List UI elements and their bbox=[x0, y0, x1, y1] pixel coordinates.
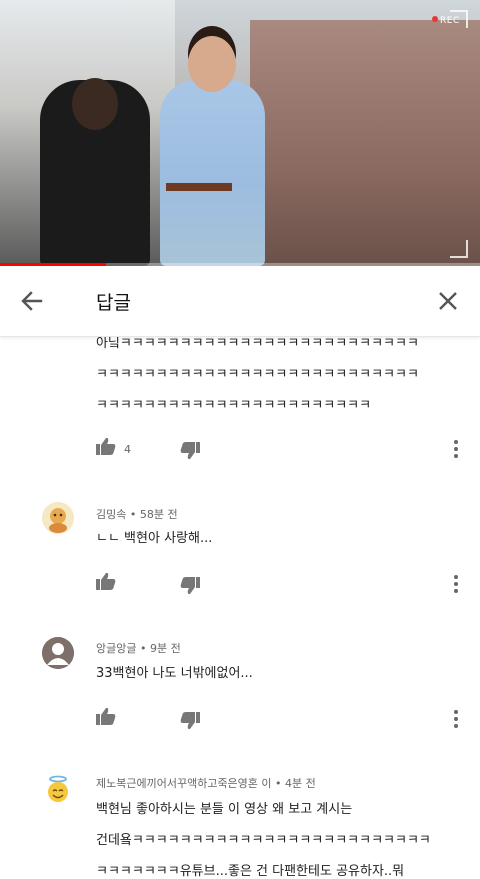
more-vertical-icon bbox=[454, 575, 458, 593]
more-vertical-icon bbox=[454, 710, 458, 728]
angel-emoji-icon bbox=[48, 775, 68, 802]
more-options-button[interactable] bbox=[450, 439, 462, 459]
rec-dot-icon bbox=[432, 16, 438, 22]
dislike-button[interactable] bbox=[180, 712, 200, 734]
more-vertical-icon bbox=[454, 440, 458, 458]
comment-text-line: 백현님 좋아하시는 분들 이 영상 왜 보고 계시는 bbox=[96, 802, 353, 817]
comment-time: 4분 전 bbox=[285, 777, 316, 790]
comment-text-line: ㅋㅋㅋㅋㅋㅋㅋㅋㅋㅋㅋㅋㅋㅋㅋㅋㅋㅋㅋㅋㅋㅋㅋㅋㅋㅋㅋ bbox=[96, 367, 419, 382]
like-button[interactable] bbox=[96, 437, 116, 459]
video-wall bbox=[250, 20, 480, 266]
comment-text-line: 아닠ㅋㅋㅋㅋㅋㅋㅋㅋㅋㅋㅋㅋㅋㅋㅋㅋㅋㅋㅋㅋㅋㅋㅋㅋㅋ bbox=[96, 337, 419, 351]
default-avatar-icon bbox=[42, 637, 74, 669]
back-button[interactable] bbox=[16, 285, 48, 317]
comment-author[interactable]: 앙글앙글 bbox=[96, 642, 136, 655]
avatar[interactable] bbox=[42, 502, 74, 534]
meta-separator: • bbox=[129, 508, 140, 521]
comment-meta: 김밍속 • 58분 전 bbox=[96, 506, 178, 522]
more-options-button[interactable] bbox=[450, 709, 462, 729]
thumbs-up-icon bbox=[96, 437, 116, 455]
comment-meta: 제노복근에끼어서꾸액하고죽은영혼 이 • 4분 전 bbox=[96, 775, 316, 791]
like-count: 4 bbox=[124, 443, 131, 456]
comment-meta: 앙글앙글 • 9분 전 bbox=[96, 640, 181, 656]
comment-text-line: ㄴㄴ 백현아 사랑해... bbox=[96, 531, 213, 546]
comment-text-line: 33백현아 나도 너밖에없어... bbox=[96, 666, 253, 681]
replies-header: 답글 bbox=[0, 266, 480, 337]
avatar-character-icon bbox=[42, 502, 74, 534]
dislike-button[interactable] bbox=[180, 442, 200, 464]
thumbs-up-icon bbox=[96, 707, 116, 725]
frame-corner-top-right bbox=[450, 10, 468, 28]
video-dancer-center-head bbox=[188, 36, 236, 92]
avatar[interactable] bbox=[42, 773, 74, 805]
comment-text-line: 건데욬ㅋㅋㅋㅋㅋㅋㅋㅋㅋㅋㅋㅋㅋㅋㅋㅋㅋㅋㅋㅋㅋㅋㅋㅋㅋ bbox=[96, 833, 431, 848]
video-belt bbox=[166, 183, 232, 191]
thumbs-down-icon bbox=[180, 712, 200, 730]
comment-author[interactable]: 김밍속 bbox=[96, 508, 126, 521]
arrow-left-icon bbox=[21, 291, 43, 311]
thumbs-down-icon bbox=[180, 577, 200, 595]
avatar[interactable] bbox=[42, 637, 74, 669]
like-button[interactable] bbox=[96, 707, 116, 729]
page-title: 답글 bbox=[96, 292, 131, 314]
comment-author[interactable]: 제노복근에끼어서꾸액하고죽은영혼 이 bbox=[96, 777, 272, 790]
replies-list[interactable]: 아닠ㅋㅋㅋㅋㅋㅋㅋㅋㅋㅋㅋㅋㅋㅋㅋㅋㅋㅋㅋㅋㅋㅋㅋㅋㅋ ㅋㅋㅋㅋㅋㅋㅋㅋㅋㅋㅋㅋ… bbox=[0, 337, 480, 879]
video-dancer-left-head bbox=[72, 78, 118, 130]
comment-time: 58분 전 bbox=[139, 508, 178, 521]
meta-separator: • bbox=[139, 642, 150, 655]
close-button[interactable] bbox=[432, 285, 464, 317]
video-dancer-center bbox=[160, 80, 265, 266]
meta-separator: • bbox=[275, 777, 286, 790]
comment-text-line: ㅋㅋㅋㅋㅋㅋㅋㅋㅋㅋㅋㅋㅋㅋㅋㅋㅋㅋㅋㅋㅋㅋㅋ bbox=[96, 398, 372, 413]
thumbs-up-icon bbox=[96, 572, 116, 590]
like-button[interactable] bbox=[96, 572, 116, 594]
more-options-button[interactable] bbox=[450, 574, 462, 594]
thumbs-down-icon bbox=[180, 442, 200, 460]
dislike-button[interactable] bbox=[180, 577, 200, 599]
frame-corner-bottom-right bbox=[450, 240, 468, 258]
comment-time: 9분 전 bbox=[149, 642, 181, 655]
comment-text-line: ㅋㅋㅋㅋㅋㅋㅋ유튜브...좋은 건 다팬한테도 공유하자..뭐 bbox=[96, 864, 405, 879]
close-icon bbox=[439, 292, 457, 310]
video-player[interactable]: REC bbox=[0, 0, 480, 266]
